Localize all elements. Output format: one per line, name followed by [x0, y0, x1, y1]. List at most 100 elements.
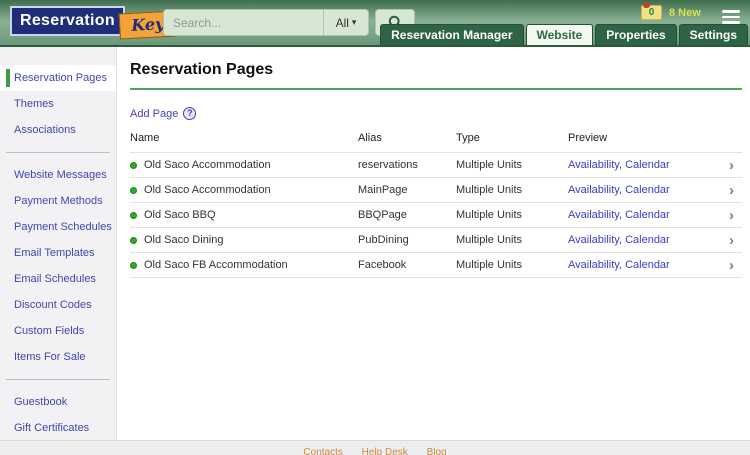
page-type: Multiple Units	[456, 259, 568, 271]
sidebar-item-website-messages[interactable]: Website Messages	[0, 162, 116, 188]
sidebar-item-guestbook[interactable]: Guestbook	[0, 389, 116, 415]
sidebar-item-label: Website Messages	[14, 169, 107, 181]
sidebar-item-themes[interactable]: Themes	[0, 91, 116, 117]
sidebar-item-label: Discount Codes	[14, 299, 92, 311]
sidebar-item-items-for-sale[interactable]: Items For Sale	[0, 344, 116, 370]
sidebar-item-label: Reservation Pages	[14, 72, 107, 84]
page-name: Old Saco BBQ	[144, 209, 358, 221]
page-alias: BBQPage	[358, 209, 456, 221]
footer-link-help-desk[interactable]: Help Desk	[362, 447, 408, 455]
status-dot	[130, 187, 137, 194]
availability-link[interactable]: Availability	[568, 184, 619, 196]
sidebar-item-label: Associations	[14, 124, 76, 136]
search-scope-label: All	[336, 16, 349, 30]
footer-link-blog[interactable]: Blog	[427, 447, 447, 455]
tab-website[interactable]: Website	[526, 24, 594, 45]
calendar-link[interactable]: Calendar	[625, 234, 670, 246]
notes-icon: 0	[641, 5, 662, 20]
page-name: Old Saco Accommodation	[144, 159, 358, 171]
sidebar-item-discount-codes[interactable]: Discount Codes	[0, 292, 116, 318]
chevron-right-icon[interactable]: ›	[716, 233, 742, 248]
chevron-right-icon[interactable]: ›	[716, 208, 742, 223]
notifications-indicator[interactable]: 0 8 New	[641, 5, 701, 20]
title-rule	[130, 88, 742, 90]
preview-cell: Availability, Calendar	[568, 259, 716, 271]
sidebar: Reservation Pages Themes Associations We…	[0, 47, 117, 440]
app-logo[interactable]: Reservation Key	[10, 6, 176, 36]
sidebar-item-email-schedules[interactable]: Email Schedules	[0, 266, 116, 292]
page-type: Multiple Units	[456, 234, 568, 246]
main-content: Reservation Pages Add Page ? Name Alias …	[117, 47, 750, 440]
status-dot	[130, 162, 137, 169]
sidebar-divider	[6, 379, 110, 380]
calendar-link[interactable]: Calendar	[625, 159, 670, 171]
preview-cell: Availability, Calendar	[568, 159, 716, 171]
tab-settings[interactable]: Settings	[679, 24, 748, 45]
sidebar-item-payment-methods[interactable]: Payment Methods	[0, 188, 116, 214]
column-header-type: Type	[456, 132, 568, 144]
sidebar-item-payment-schedules[interactable]: Payment Schedules	[0, 214, 116, 240]
page-type: Multiple Units	[456, 209, 568, 221]
column-header-preview: Preview	[568, 132, 716, 144]
top-header: Reservation Key All ▾ 0 8 New Reservatio…	[0, 0, 750, 47]
preview-cell: Availability, Calendar	[568, 184, 716, 196]
chevron-right-icon[interactable]: ›	[716, 258, 742, 273]
new-items-label: 8 New	[669, 7, 701, 19]
table-header-row: Name Alias Type Preview	[130, 120, 742, 153]
calendar-link[interactable]: Calendar	[625, 259, 670, 271]
bird-icon	[643, 2, 650, 8]
page-type: Multiple Units	[456, 159, 568, 171]
page-name: Old Saco FB Accommodation	[144, 259, 358, 271]
search-input[interactable]	[163, 9, 323, 36]
logo-text-reservation: Reservation	[10, 6, 125, 36]
page-alias: Facebook	[358, 259, 456, 271]
chevron-right-icon[interactable]: ›	[716, 183, 742, 198]
table-row[interactable]: Old Saco BBQ BBQPage Multiple Units Avai…	[130, 203, 742, 228]
primary-tabs: Reservation Manager Website Properties S…	[380, 24, 748, 45]
sidebar-item-custom-fields[interactable]: Custom Fields	[0, 318, 116, 344]
calendar-link[interactable]: Calendar	[625, 184, 670, 196]
page-alias: PubDining	[358, 234, 456, 246]
table-row[interactable]: Old Saco Dining PubDining Multiple Units…	[130, 228, 742, 253]
add-page-link[interactable]: Add Page	[130, 108, 178, 120]
sidebar-item-label: Payment Methods	[14, 195, 103, 207]
availability-link[interactable]: Availability	[568, 234, 619, 246]
availability-link[interactable]: Availability	[568, 159, 619, 171]
page-footer: Contacts Help Desk Blog	[0, 440, 750, 455]
status-dot	[130, 262, 137, 269]
column-header-name: Name	[130, 132, 358, 144]
notes-badge-count: 0	[649, 8, 655, 18]
availability-link[interactable]: Availability	[568, 259, 619, 271]
chevron-right-icon[interactable]: ›	[716, 158, 742, 173]
page-type: Multiple Units	[456, 184, 568, 196]
sidebar-item-label: Guestbook	[14, 396, 67, 408]
page-alias: reservations	[358, 159, 456, 171]
table-row[interactable]: Old Saco FB Accommodation Facebook Multi…	[130, 253, 742, 278]
sidebar-item-label: Email Schedules	[14, 273, 96, 285]
table-row[interactable]: Old Saco Accommodation MainPage Multiple…	[130, 178, 742, 203]
calendar-link[interactable]: Calendar	[625, 209, 670, 221]
availability-link[interactable]: Availability	[568, 209, 619, 221]
preview-cell: Availability, Calendar	[568, 234, 716, 246]
sidebar-item-label: Themes	[14, 98, 54, 110]
column-header-alias: Alias	[358, 132, 456, 144]
tab-properties[interactable]: Properties	[595, 24, 676, 45]
table-row[interactable]: Old Saco Accommodation reservations Mult…	[130, 153, 742, 178]
preview-cell: Availability, Calendar	[568, 209, 716, 221]
help-icon[interactable]: ?	[183, 107, 196, 120]
sidebar-item-label: Payment Schedules	[14, 221, 112, 233]
active-indicator	[6, 69, 10, 87]
chevron-down-icon: ▾	[352, 17, 357, 28]
page-alias: MainPage	[358, 184, 456, 196]
sidebar-item-gift-certificates[interactable]: Gift Certificates	[0, 415, 116, 441]
sidebar-item-email-templates[interactable]: Email Templates	[0, 240, 116, 266]
tab-reservation-manager[interactable]: Reservation Manager	[380, 24, 523, 45]
search-scope-dropdown[interactable]: All ▾	[323, 9, 369, 36]
footer-link-contacts[interactable]: Contacts	[303, 447, 342, 455]
page-name: Old Saco Dining	[144, 234, 358, 246]
page-name: Old Saco Accommodation	[144, 184, 358, 196]
sidebar-item-reservation-pages[interactable]: Reservation Pages	[0, 65, 116, 91]
sidebar-item-associations[interactable]: Associations	[0, 117, 116, 143]
status-dot	[130, 212, 137, 219]
sidebar-item-label: Email Templates	[14, 247, 95, 259]
